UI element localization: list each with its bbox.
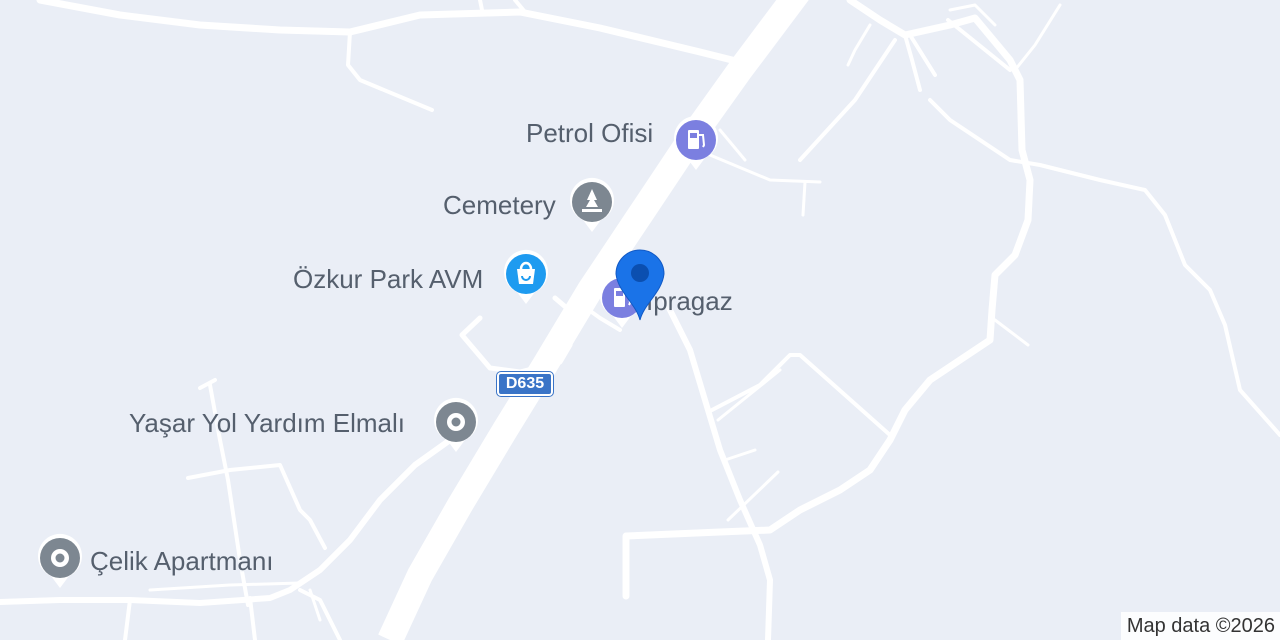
fuel-icon[interactable] [670,114,722,174]
route-shield-d635: D635 [497,372,553,396]
poi-yasar-yol-yardim[interactable]: Yaşar Yol Yardım Elmalı [129,408,405,439]
poi-ozkur-park-avm[interactable]: Özkur Park AVM [293,264,483,295]
poi-label: Çelik Apartmanı [90,546,274,576]
map-attribution: Map data ©2026 [1120,612,1280,640]
poi-petrol-ofisi[interactable]: Petrol Ofisi [526,118,653,149]
poi-label: Petrol Ofisi [526,118,654,148]
shopping-bag-icon[interactable] [500,248,552,308]
poi-label: Cemetery [443,190,556,220]
place-icon[interactable] [430,396,482,456]
poi-celik-apartmani[interactable]: Çelik Apartmanı [90,546,274,577]
cemetery-icon[interactable] [566,176,618,236]
poi-label: Yaşar Yol Yardım Elmalı [129,408,406,438]
location-marker-icon[interactable] [612,246,668,322]
poi-label: Özkur Park AVM [293,264,484,294]
poi-cemetery[interactable]: Cemetery [443,190,556,221]
place-icon[interactable] [34,532,86,592]
